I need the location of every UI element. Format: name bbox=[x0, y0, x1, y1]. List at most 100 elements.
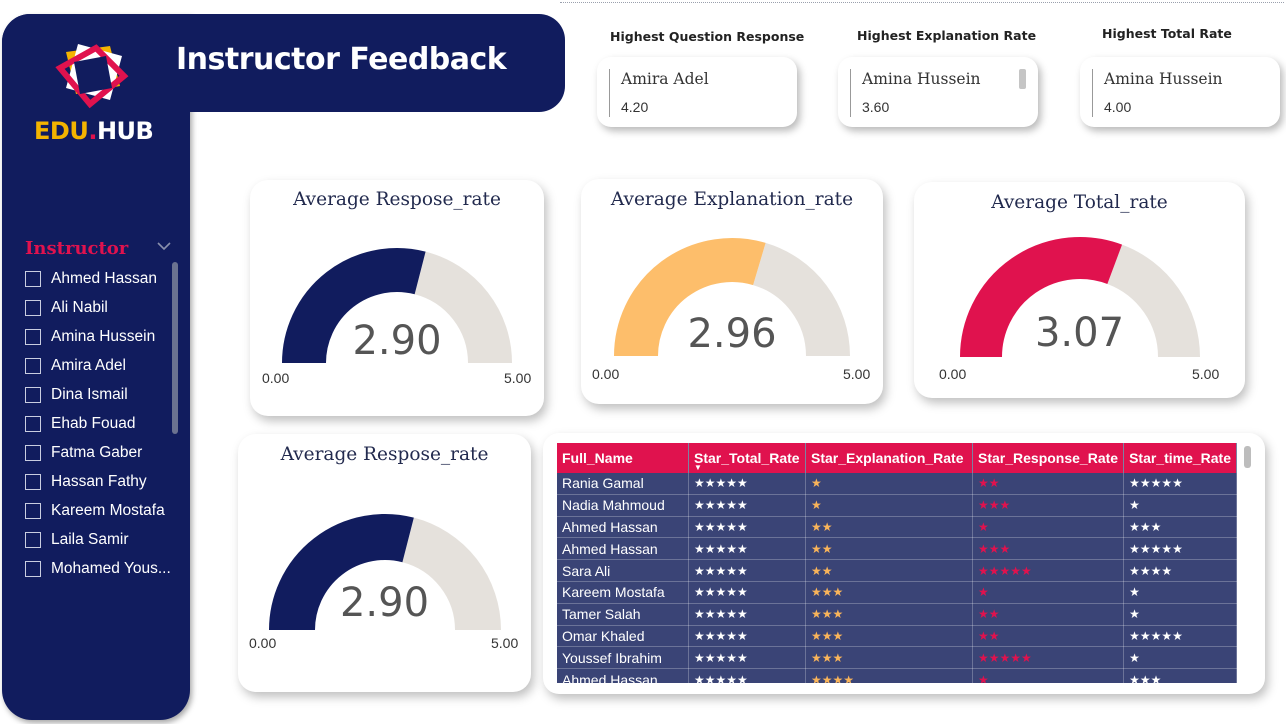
checkbox[interactable] bbox=[25, 473, 41, 490]
cell-star-rating: ★★★★★ bbox=[688, 473, 806, 495]
slicer-item[interactable]: Kareem Mostafa bbox=[25, 496, 175, 525]
checkbox[interactable] bbox=[25, 357, 41, 374]
kpi-value: 3.60 bbox=[862, 99, 890, 115]
slicer-item[interactable]: Amira Adel bbox=[25, 351, 175, 380]
gauge-card-response-rate-2: Average Respose_rate 2.90 0.00 5.00 bbox=[238, 434, 531, 692]
table-row[interactable]: Rania Gamal ★★★★★ ★ ★★ ★★★★★ bbox=[557, 473, 1237, 495]
gauge-min: 0.00 bbox=[939, 366, 967, 382]
cell-star-rating: ★★★★★ bbox=[688, 646, 806, 670]
checkbox[interactable] bbox=[25, 386, 41, 403]
checkbox[interactable] bbox=[25, 531, 41, 548]
cell-full-name: Youssef Ibrahim bbox=[557, 646, 689, 670]
checkbox[interactable] bbox=[25, 444, 41, 461]
checkbox[interactable] bbox=[25, 299, 41, 316]
column-header[interactable]: Full_Name bbox=[557, 443, 689, 473]
table-row[interactable]: Omar Khaled ★★★★★ ★★★ ★★ ★★★★★ bbox=[557, 625, 1237, 648]
gauge-value: 2.96 bbox=[687, 311, 777, 357]
cell-star-rating: ★★★★★ bbox=[688, 581, 806, 604]
gauge-value: 2.90 bbox=[352, 318, 442, 364]
cell-star-rating: ★★★★★ bbox=[688, 494, 806, 517]
cell-full-name: Ahmed Hassan bbox=[557, 516, 689, 539]
slicer-item[interactable]: Dina Ismail bbox=[25, 380, 175, 409]
kpi-divider bbox=[1092, 69, 1093, 117]
checkbox[interactable] bbox=[25, 560, 41, 577]
cell-star-rating: ★★★ bbox=[805, 581, 973, 604]
checkbox[interactable] bbox=[25, 328, 41, 345]
chevron-down-icon[interactable] bbox=[156, 240, 172, 252]
table-row[interactable]: Youssef Ibrahim ★★★★★ ★★★ ★★★★★ ★ bbox=[557, 646, 1237, 670]
logo-hub: HUB bbox=[96, 117, 154, 145]
kpi-label: Highest Total Rate bbox=[1102, 26, 1232, 41]
slicer-item[interactable]: Ali Nabil bbox=[25, 293, 175, 322]
table-row[interactable]: Nadia Mahmoud ★★★★★ ★ ★★★ ★ bbox=[557, 494, 1237, 517]
cell-star-rating: ★ bbox=[1123, 494, 1237, 517]
slicer-item-label: Dina Ismail bbox=[51, 385, 128, 403]
slicer-item-label: Fatma Gaber bbox=[51, 443, 143, 461]
cell-star-rating: ★★★★★ bbox=[688, 668, 806, 683]
cell-star-rating: ★ bbox=[972, 668, 1125, 683]
checkbox[interactable] bbox=[25, 270, 41, 287]
cell-star-rating: ★★★ bbox=[805, 625, 973, 648]
cell-star-rating: ★★★★★ bbox=[1123, 625, 1237, 648]
slicer-item-label: Laila Samir bbox=[51, 530, 129, 548]
gauge-card-explanation-rate: Average Explanation_rate 2.96 0.00 5.00 bbox=[581, 179, 883, 404]
kpi-name: Amina Hussein bbox=[1104, 70, 1223, 88]
kpi-value: 4.00 bbox=[1104, 99, 1132, 115]
cell-star-rating: ★★★ bbox=[805, 603, 973, 626]
slicer-scrollbar[interactable] bbox=[172, 262, 178, 434]
kpi-scrollbar[interactable] bbox=[1019, 69, 1026, 89]
table-row[interactable]: Ahmed Hassan ★★★★★ ★★ ★★★ ★★★★★ bbox=[557, 537, 1237, 561]
cell-star-rating: ★★★★ bbox=[1123, 559, 1237, 582]
cell-full-name: Ahmed Hassan bbox=[557, 668, 689, 683]
checkbox[interactable] bbox=[25, 502, 41, 519]
column-header[interactable]: Star_Response_Rate bbox=[972, 443, 1125, 473]
kpi-label: Highest Question Response bbox=[610, 29, 805, 44]
column-header[interactable]: Star_Explanation_Rate bbox=[805, 443, 973, 473]
table-row[interactable]: Ahmed Hassan ★★★★★ ★★ ★ ★★★ bbox=[557, 516, 1237, 539]
table-row[interactable]: Kareem Mostafa ★★★★★ ★★★ ★ ★ bbox=[557, 581, 1237, 604]
cell-star-rating: ★★★★★ bbox=[1123, 473, 1237, 495]
slicer-item[interactable]: Ehab Fouad bbox=[25, 409, 175, 438]
table-scrollbar[interactable] bbox=[1244, 446, 1251, 468]
gauge-value: 2.90 bbox=[339, 580, 430, 626]
gauge-max: 5.00 bbox=[843, 366, 871, 382]
cell-star-rating: ★★★ bbox=[1123, 516, 1237, 539]
kpi-value: 4.20 bbox=[621, 99, 649, 115]
slicer-item[interactable]: Mohamed Yous... bbox=[25, 554, 175, 583]
slicer-item[interactable]: Laila Samir bbox=[25, 525, 175, 554]
checkbox[interactable] bbox=[25, 415, 41, 432]
cell-star-rating: ★ bbox=[1123, 646, 1237, 670]
cell-star-rating: ★ bbox=[1123, 603, 1237, 626]
slicer-item[interactable]: Hassan Fathy bbox=[25, 467, 175, 496]
slicer-item-label: Ahmed Hassan bbox=[51, 269, 157, 287]
star-rating-table: Full_Name Star_Total_Rate ▼ Star_Explanat… bbox=[557, 443, 1237, 683]
slicer-item-label: Kareem Mostafa bbox=[51, 501, 165, 519]
table-row[interactable]: Sara Ali ★★★★★ ★★ ★★★★★ ★★★★ bbox=[557, 559, 1237, 582]
kpi-name: Amira Adel bbox=[621, 70, 709, 88]
page-title: Instructor Feedback bbox=[176, 42, 507, 77]
edu-hub-logo-icon bbox=[55, 44, 129, 109]
cell-star-rating: ★★ bbox=[805, 559, 973, 582]
table-row[interactable]: Ahmed Hassan ★★★★★ ★★★★ ★ ★★★ bbox=[557, 668, 1237, 683]
gauge-card-total-rate: Average Total_rate 3.07 0.00 5.00 bbox=[914, 182, 1245, 398]
slicer-item-label: Amina Hussein bbox=[51, 327, 156, 345]
slicer-item[interactable]: Fatma Gaber bbox=[25, 438, 175, 467]
gauge-min: 0.00 bbox=[262, 370, 290, 386]
cell-full-name: Ahmed Hassan bbox=[557, 537, 689, 561]
table-row[interactable]: Tamer Salah ★★★★★ ★★★ ★★ ★ bbox=[557, 603, 1237, 626]
cell-star-rating: ★★★ bbox=[805, 646, 973, 670]
cell-star-rating: ★★★★ bbox=[805, 668, 973, 683]
cell-star-rating: ★★ bbox=[805, 516, 973, 539]
slicer-item[interactable]: Ahmed Hassan bbox=[25, 264, 175, 293]
column-header[interactable]: Star_time_Rate bbox=[1123, 443, 1237, 473]
column-header-sorted[interactable]: Star_Total_Rate ▼ bbox=[688, 443, 806, 473]
gauge-value: 3.07 bbox=[1034, 310, 1125, 356]
gauge-max: 5.00 bbox=[504, 370, 532, 386]
gauge-chart bbox=[282, 248, 512, 364]
cell-full-name: Sara Ali bbox=[557, 559, 689, 582]
slicer-item[interactable]: Amina Hussein bbox=[25, 322, 175, 351]
cell-star-rating: ★★ bbox=[972, 473, 1125, 495]
top-divider bbox=[560, 2, 1284, 3]
cell-full-name: Kareem Mostafa bbox=[557, 581, 689, 604]
cell-star-rating: ★★★★★ bbox=[688, 516, 806, 539]
